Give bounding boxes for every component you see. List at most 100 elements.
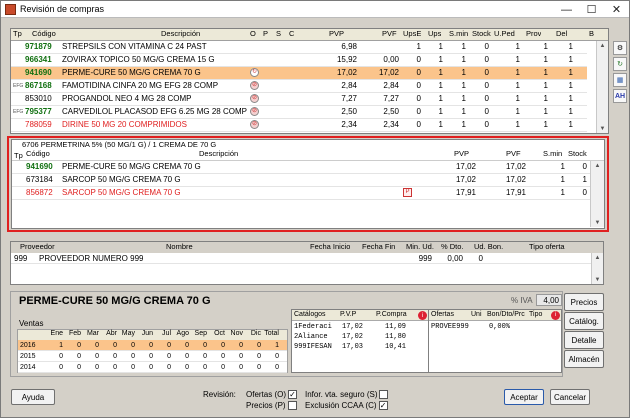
list-item[interactable]: 673184 SARCOP 50 MG/G CREMA 70 G 17,02 17,0… bbox=[12, 174, 590, 187]
ayuda-button[interactable]: Ayuda bbox=[11, 389, 55, 405]
col-proveedor[interactable]: Proveedor bbox=[20, 242, 55, 251]
scroll-down-icon[interactable]: ▼ bbox=[591, 218, 604, 227]
cell-smin: 1 bbox=[461, 107, 466, 116]
almacen-button[interactable]: Almacén bbox=[564, 350, 604, 368]
o-status-icon[interactable]: ⊘ bbox=[250, 120, 259, 129]
cell-dto: 0,00 bbox=[447, 254, 463, 263]
table-row[interactable]: 966341 ZOVIRAX TOPICO 50 MG/G CREMA 15 G 1… bbox=[11, 54, 587, 67]
col-codigo[interactable]: Código bbox=[32, 29, 56, 38]
scroll-up-icon[interactable]: ▲ bbox=[597, 41, 608, 50]
table-row[interactable]: 941690 PERME-CURE 50 MG/G CREMA 70 G ↻ 17,0… bbox=[11, 67, 587, 80]
col-pvp[interactable]: PVP bbox=[329, 29, 344, 38]
precios-checkbox[interactable]: Precios (P) bbox=[246, 401, 297, 411]
exclusion-checkbox[interactable]: Exclusión CCAA (C) ✓ bbox=[305, 401, 388, 411]
col-p[interactable]: P bbox=[263, 29, 268, 38]
col-min-ud[interactable]: Min. Ud. bbox=[406, 242, 434, 251]
col-nombre[interactable]: Nombre bbox=[166, 242, 193, 251]
cell-descripcion: SARCOP 50 MG/G CREMA 70 G bbox=[62, 188, 181, 197]
grid-icon[interactable]: ▦ bbox=[613, 73, 627, 87]
catalog-button[interactable]: Catálog. bbox=[564, 312, 604, 330]
checked-icon[interactable]: ✓ bbox=[378, 401, 388, 411]
minimize-button[interactable]: — bbox=[554, 1, 579, 18]
aceptar-button[interactable]: Aceptar bbox=[504, 389, 544, 405]
ofertas-checkbox[interactable]: Ofertas (O) ✓ bbox=[246, 390, 298, 400]
cell-stock: 0 bbox=[582, 162, 587, 171]
cell-prov: 1 bbox=[543, 81, 548, 90]
ofertas-info-icon[interactable]: i bbox=[551, 311, 560, 320]
table-row[interactable]: EFG 795377 CARVEDILOL PLACASOD EFG 6.25 MG… bbox=[11, 106, 587, 119]
table-row[interactable]: 999 PROVEEDOR NUMERO 999 999 0,00 0 bbox=[11, 253, 591, 264]
scroll-down-icon[interactable]: ▼ bbox=[597, 124, 608, 133]
table-row[interactable]: 788059 DIRINE 50 MG 20 COMPRIMIDOS ⊘ 2,34 2,… bbox=[11, 119, 587, 132]
cell-del: 1 bbox=[568, 107, 573, 116]
col-upse[interactable]: UpsE bbox=[403, 29, 421, 38]
eq-col-pvp[interactable]: PVP bbox=[454, 149, 469, 158]
col-ups[interactable]: Ups bbox=[428, 29, 441, 38]
eq-col-descripcion[interactable]: Descripción bbox=[199, 149, 238, 158]
eq-col-pvf[interactable]: PVF bbox=[506, 149, 521, 158]
cell-smin: 1 bbox=[461, 94, 466, 103]
eq-col-tp[interactable]: Tp bbox=[14, 151, 23, 160]
col-c[interactable]: C bbox=[289, 29, 294, 38]
catalog-row[interactable]: 2Aliance 17,02 11,80 bbox=[292, 332, 428, 342]
col-tipo-oferta[interactable]: Tipo oferta bbox=[529, 242, 565, 251]
cell-ups: 1 bbox=[438, 120, 443, 129]
catalog-row[interactable]: 1Federaci 17,02 11,09 bbox=[292, 322, 428, 332]
col-del[interactable]: Del bbox=[556, 29, 567, 38]
catalog-info-icon[interactable]: i bbox=[418, 311, 427, 320]
cell-codigo: 673184 bbox=[26, 175, 53, 184]
col-ud-bon[interactable]: Ud. Bon. bbox=[474, 242, 503, 251]
offers-scrollbar[interactable]: ▲ ▼ bbox=[591, 253, 603, 284]
table-row[interactable]: 971879 STREPSILS CON VITAMINA C 24 PAST 6,… bbox=[11, 41, 587, 54]
catalog-row[interactable]: 999IFESAN 17,03 10,41 bbox=[292, 342, 428, 352]
catalog-header: Catálogos bbox=[294, 311, 326, 318]
cancelar-button[interactable]: Cancelar bbox=[550, 389, 590, 405]
precios-button[interactable]: Precios bbox=[564, 293, 604, 311]
cell-pvp: 17,02 bbox=[455, 175, 476, 184]
scroll-up-icon[interactable]: ▲ bbox=[592, 253, 603, 262]
col-fecha-inicio[interactable]: Fecha Inicio bbox=[310, 242, 350, 251]
o-status-icon[interactable]: ⊘ bbox=[250, 94, 259, 103]
cell-prov: 1 bbox=[543, 107, 548, 116]
o-status-icon[interactable]: ⊘ bbox=[250, 107, 259, 116]
col-stock[interactable]: Stock bbox=[472, 29, 491, 38]
scroll-down-icon[interactable]: ▼ bbox=[592, 275, 603, 284]
close-button[interactable]: ✕ bbox=[604, 1, 629, 18]
o-status-icon[interactable]: ↻ bbox=[250, 68, 259, 77]
equivalents-scrollbar[interactable]: ▲ ▼ bbox=[590, 161, 604, 227]
oferta-row[interactable]: PROVEE999 0,00% bbox=[429, 322, 561, 332]
detalle-button[interactable]: Detalle bbox=[564, 331, 604, 349]
precios-label: Precios (P) bbox=[246, 401, 286, 410]
table-row[interactable]: 853010 PROGANDOL NEO 4 MG 28 COMP ⊘ 7,27 7,2… bbox=[11, 93, 587, 106]
col-fecha-fin[interactable]: Fecha Fin bbox=[362, 242, 395, 251]
col-tp[interactable]: Tp bbox=[13, 29, 22, 38]
table-row[interactable]: EFG 867168 FAMOTIDINA CINFA 20 MG EFG 28 C… bbox=[11, 80, 587, 93]
col-s[interactable]: S bbox=[276, 29, 281, 38]
checked-icon[interactable]: ✓ bbox=[288, 390, 298, 400]
col-b[interactable]: B bbox=[589, 29, 594, 38]
col-pvf[interactable]: PVF bbox=[382, 29, 397, 38]
eq-col-stock[interactable]: Stock bbox=[568, 149, 587, 158]
infor-checkbox[interactable]: Infor. vta. seguro (S) bbox=[305, 390, 389, 400]
ah-icon[interactable]: AH bbox=[613, 89, 627, 103]
col-prov[interactable]: Prov bbox=[526, 29, 541, 38]
vertical-scrollbar[interactable]: ▲ ▼ bbox=[596, 41, 608, 133]
scroll-up-icon[interactable]: ▲ bbox=[591, 161, 604, 170]
col-dto[interactable]: % Dto. bbox=[441, 242, 464, 251]
o-status-icon[interactable]: ⊘ bbox=[250, 81, 259, 90]
cell-uped: 1 bbox=[515, 81, 520, 90]
refresh-icon[interactable]: ↻ bbox=[613, 57, 627, 71]
col-descripcion[interactable]: Descripción bbox=[161, 29, 200, 38]
eq-col-codigo[interactable]: Código bbox=[26, 149, 50, 158]
eq-col-smin[interactable]: S.min bbox=[543, 149, 562, 158]
unchecked-icon[interactable] bbox=[287, 401, 297, 411]
col-o[interactable]: O bbox=[250, 29, 256, 38]
list-item[interactable]: 856872 SARCOP 50 MG/G CREMA 70 G P 17,91 17,… bbox=[12, 187, 590, 200]
col-smin[interactable]: S.min bbox=[449, 29, 468, 38]
list-item[interactable]: 941690 PERME-CURE 50 MG/G CREMA 70 G 17,02… bbox=[12, 161, 590, 174]
cell-upse: 0 bbox=[416, 107, 421, 116]
maximize-button[interactable]: ☐ bbox=[579, 1, 604, 18]
unchecked-icon[interactable] bbox=[379, 390, 389, 400]
col-uped[interactable]: U.Ped bbox=[494, 29, 515, 38]
supplier-icon[interactable]: ⚙ bbox=[613, 41, 627, 55]
